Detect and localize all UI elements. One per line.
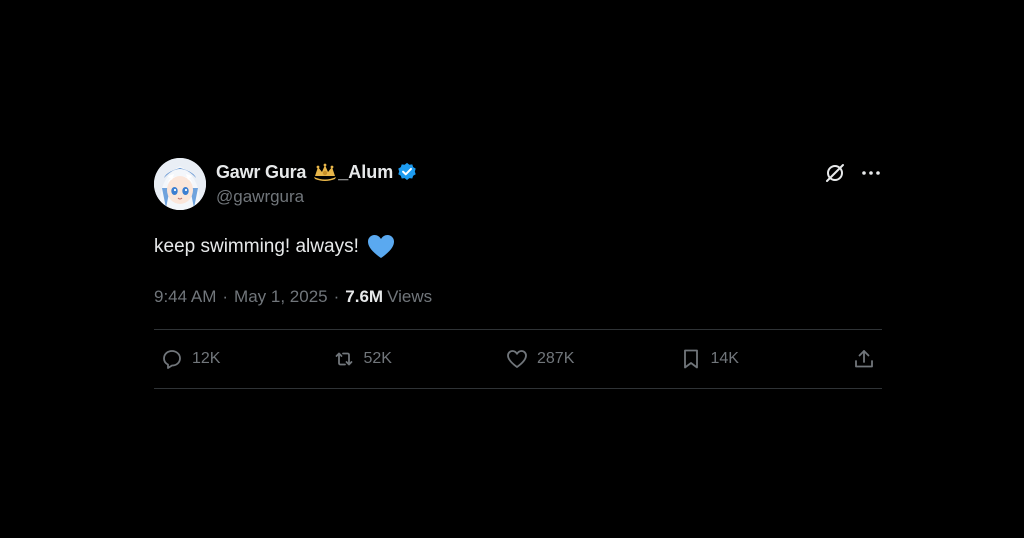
repost-count: 52K (363, 350, 392, 367)
reply-icon (163, 350, 181, 369)
top-actions (824, 162, 882, 184)
tweet-meta: 9:44 AM · May 1, 2025 · 7.6M Views (154, 285, 882, 309)
blue-heart-emoji (367, 234, 395, 260)
tweet-time[interactable]: 9:44 AM (154, 287, 216, 307)
meta-separator-2: · (333, 287, 340, 306)
views-label: Views (387, 287, 433, 306)
tweet-header: Gawr Gura _Alum @gawrgura (154, 156, 882, 212)
display-name[interactable]: Gawr Gura (216, 162, 306, 183)
tweet-text: keep swimming! always! (154, 236, 359, 257)
heart-icon (507, 350, 527, 368)
tweet-text-row: keep swimming! always! (154, 232, 882, 262)
reply-button[interactable]: 12K (160, 347, 330, 371)
meta-separator: · (222, 287, 229, 306)
share-button[interactable] (852, 347, 876, 371)
like-button[interactable]: 287K (505, 347, 677, 371)
like-count: 287K (537, 350, 575, 367)
more-dots-icon[interactable] (860, 162, 882, 184)
tweet-card: Gawr Gura _Alum @gawrgura keep swimming!… (154, 156, 882, 389)
reply-count: 12K (192, 350, 221, 367)
affiliation-suffix: _Alum (338, 161, 394, 182)
repost-button[interactable]: 52K (332, 347, 504, 371)
display-name-row: Gawr Gura _Alum (216, 160, 417, 184)
avatar[interactable] (154, 158, 206, 210)
views-count: 7.6M (345, 287, 384, 306)
action-bar: 12K 52K 287K 14K (154, 330, 882, 388)
crown-badge-icon[interactable] (312, 162, 338, 182)
bookmark-button[interactable]: 14K (679, 347, 851, 371)
bookmark-icon (683, 349, 698, 369)
share-icon (855, 350, 873, 368)
repost-icon (335, 352, 352, 366)
grok-icon[interactable] (824, 162, 846, 184)
bookmark-count: 14K (710, 350, 739, 367)
verified-badge-icon[interactable] (397, 162, 417, 182)
avatar-image (154, 158, 206, 210)
divider-bottom (154, 388, 882, 389)
tweet-date[interactable]: May 1, 2025 (234, 287, 328, 307)
author-names: Gawr Gura _Alum @gawrgura (216, 160, 417, 207)
handle[interactable]: @gawrgura (216, 187, 417, 207)
